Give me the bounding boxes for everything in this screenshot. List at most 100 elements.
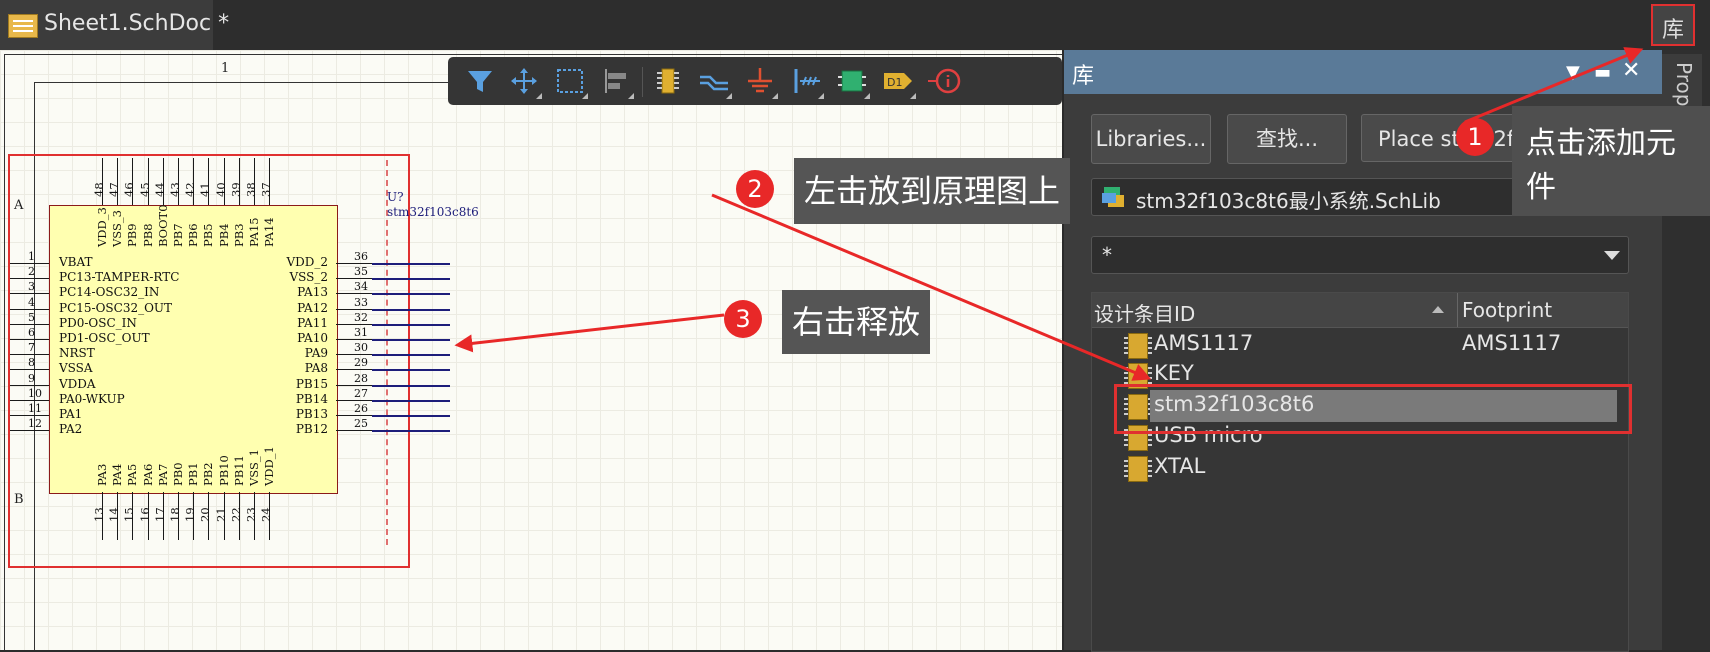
pin-number: 3 [28, 280, 35, 294]
pin-number: 22 [228, 507, 243, 522]
move-icon[interactable] [506, 65, 542, 99]
pin-name: VDD_1 [262, 446, 277, 486]
component-filter-field[interactable]: * [1091, 236, 1629, 274]
pin-line[interactable] [336, 308, 372, 310]
pin-line[interactable] [336, 384, 372, 386]
net-wire [372, 339, 450, 341]
close-icon[interactable]: ✕ [1622, 58, 1640, 83]
library-side-button[interactable]: 库 [1651, 4, 1695, 46]
pin-line[interactable] [10, 354, 49, 356]
pin-line[interactable] [10, 369, 49, 371]
pin-name: PA10 [297, 331, 328, 345]
pin-line[interactable] [336, 399, 372, 401]
pin-line[interactable] [10, 293, 49, 295]
search-button[interactable]: 查找... [1227, 114, 1347, 164]
net-wire [372, 415, 450, 417]
harness-icon[interactable] [834, 65, 870, 99]
pin-line[interactable] [10, 339, 49, 340]
pin-name: PD1-OSC_OUT [59, 331, 150, 345]
schematic-doc-icon [8, 14, 38, 38]
pin-name: PA1 [59, 407, 83, 421]
pin-name: PA3 [95, 463, 109, 486]
pin-name: BOOT0 [155, 204, 170, 247]
wire-icon[interactable] [696, 65, 732, 99]
align-icon[interactable] [598, 65, 634, 99]
pin-name: PB0 [171, 462, 185, 486]
pin-number: 35 [354, 265, 368, 279]
component-icon[interactable] [650, 65, 686, 97]
pin-line[interactable] [336, 263, 372, 264]
filter-icon[interactable] [462, 65, 498, 97]
pin-line[interactable] [336, 415, 372, 416]
pin-line[interactable] [10, 308, 49, 310]
pin-line[interactable] [336, 293, 372, 295]
pin-line[interactable] [10, 415, 49, 416]
pin-line[interactable] [10, 399, 49, 401]
column-header-footprint[interactable]: Footprint [1462, 298, 1552, 322]
svg-text:D1: D1 [887, 76, 902, 89]
pin-number: 12 [28, 417, 42, 431]
active-bar-toolbar: D1 [448, 57, 1062, 105]
pin-number: 38 [244, 182, 258, 197]
pin-line[interactable] [336, 430, 372, 432]
libraries-button[interactable]: Libraries... [1091, 114, 1211, 164]
pin-icon[interactable]: ▬ [1594, 62, 1611, 83]
pin-number: 8 [28, 356, 35, 370]
component-icon [1124, 456, 1152, 482]
table-row[interactable]: XTAL [1092, 452, 1628, 484]
pin-number: 45 [137, 182, 152, 197]
pin-name: VSS_3 [110, 210, 125, 247]
pin-name: PC13-TAMPER-RTC [59, 270, 180, 285]
pin-number: 2 [28, 265, 35, 279]
pin-number: 44 [152, 182, 167, 197]
pin-name: PB6 [186, 223, 201, 247]
pin-name: PB2 [201, 462, 216, 486]
table-row[interactable]: AMS1117 AMS1117 [1092, 329, 1628, 361]
badge-step2: 2 [736, 170, 774, 208]
pin-number: 29 [354, 356, 368, 370]
column-divider [1457, 293, 1458, 327]
pin-line[interactable] [10, 278, 49, 280]
pin-name: PB15 [295, 376, 328, 391]
bus-icon[interactable] [788, 65, 824, 99]
tab-sheet1-schdoc[interactable]: Sheet1.SchDoc * [0, 0, 229, 52]
pin-number: 14 [107, 507, 122, 522]
library-panel-header: 库 ▼ ▬ ✕ [1064, 50, 1664, 94]
pin-line[interactable] [336, 339, 372, 340]
pin-line[interactable] [10, 323, 49, 325]
pin-number: 43 [168, 182, 182, 197]
column-header-id[interactable]: 设计条目ID [1094, 298, 1195, 327]
net-wire [372, 293, 450, 296]
pin-name: VDD_3 [95, 207, 109, 247]
pin-name: VSS_2 [289, 270, 328, 285]
pin-line[interactable] [10, 384, 49, 386]
pin-line[interactable] [336, 323, 372, 325]
panel-menu-icon[interactable]: ▼ [1566, 62, 1580, 83]
selected-row-highlight-box [1114, 384, 1632, 434]
designator-icon[interactable]: D1 [880, 65, 916, 99]
pin-name: PA13 [297, 285, 328, 300]
pin-line[interactable] [10, 263, 49, 264]
pin-name: PB1 [186, 462, 201, 486]
pin-name: PA15 [247, 217, 261, 247]
info-icon[interactable] [926, 65, 962, 97]
pin-line[interactable] [10, 430, 49, 432]
chevron-down-icon[interactable] [1604, 251, 1620, 260]
select-rect-icon[interactable] [552, 65, 588, 99]
component-designator[interactable]: U? [387, 190, 404, 204]
pin-number: 21 [213, 507, 228, 522]
pin-number: 46 [122, 182, 137, 197]
pin-number: 31 [354, 326, 368, 339]
pin-line[interactable] [336, 278, 372, 280]
pin-name: PB8 [140, 223, 155, 247]
pin-number: 19 [183, 507, 198, 522]
pin-number: 42 [183, 182, 198, 197]
badge-step3: 3 [724, 300, 762, 338]
pin-name: PC14-OSC32_IN [59, 285, 160, 300]
pin-line[interactable] [336, 354, 372, 356]
pin-line[interactable] [336, 369, 372, 371]
pin-name: PA4 [110, 463, 125, 486]
pin-name: PA14 [262, 217, 277, 247]
component-comment[interactable]: stm32f103c8t6 [387, 205, 479, 219]
ground-icon[interactable] [742, 65, 778, 99]
